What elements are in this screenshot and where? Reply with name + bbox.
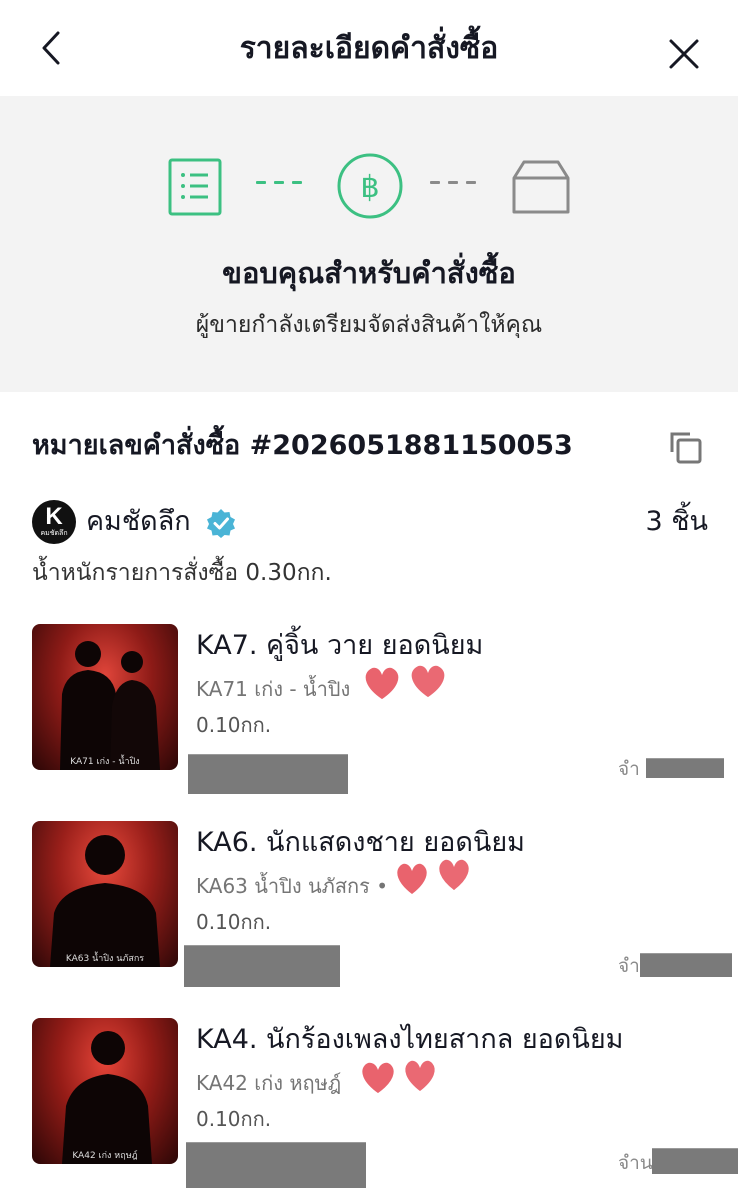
quantity-label: จำ bbox=[618, 955, 640, 977]
product-weight: 0.10กก. bbox=[196, 713, 272, 737]
redacted-quantity bbox=[640, 953, 732, 977]
page-title: รายละเอียดคำสั่งซื้อ bbox=[239, 31, 499, 66]
shipping-status-text: ผู้ขายกำลังเตรียมจัดส่งสินค้าให้คุณ bbox=[195, 312, 543, 338]
product-variant: KA63 น้ำปิง นภัสกร • bbox=[196, 874, 389, 898]
thumbnail-caption: KA42 เก่ง หฤษฎ์ bbox=[72, 1151, 138, 1161]
redacted-price bbox=[184, 945, 340, 987]
shop-logo-caption: คมชัดลึก bbox=[40, 529, 68, 537]
top-bar: รายละเอียดคำสั่งซื้อ bbox=[0, 0, 738, 96]
order-status-panel bbox=[0, 96, 738, 392]
item-count: 3 ชิ้น bbox=[645, 506, 708, 537]
product-item[interactable]: KA71 เก่ง - น้ำปิง KA7. คู่จิ้น วาย ยอดน… bbox=[0, 624, 738, 804]
silhouette-image bbox=[62, 1031, 152, 1164]
shop-logo-letter: K bbox=[45, 503, 63, 530]
product-weight: 0.10กก. bbox=[196, 910, 272, 934]
shop-name[interactable]: คมชัดลึก bbox=[86, 503, 191, 541]
order-number: หมายเลขคำสั่งซื้อ #2026051881150053 bbox=[32, 430, 573, 461]
product-thumbnail[interactable]: KA42 เก่ง หฤษฎ์ bbox=[32, 1018, 178, 1164]
package-box-icon bbox=[512, 160, 570, 214]
redacted-price bbox=[186, 1142, 366, 1188]
redacted-price bbox=[188, 754, 348, 794]
copy-icon[interactable] bbox=[666, 428, 704, 466]
order-list-icon bbox=[168, 158, 222, 216]
product-title: KA7. คู่จิ้น วาย ยอดนิยม bbox=[196, 630, 484, 661]
shop-logo[interactable]: K คมชัดลึก bbox=[32, 500, 76, 544]
heart-sticker-icon bbox=[395, 858, 471, 896]
svg-text:฿: ฿ bbox=[360, 170, 379, 205]
product-thumbnail[interactable]: KA71 เก่ง - น้ำปิง bbox=[32, 624, 178, 770]
thumbnail-caption: KA71 เก่ง - น้ำปิง bbox=[70, 757, 140, 767]
product-variant: KA71 เก่ง - น้ำปิง bbox=[196, 677, 351, 701]
thank-you-heading: ขอบคุณสำหรับคำสั่งซื้อ bbox=[222, 256, 516, 290]
close-icon[interactable] bbox=[664, 34, 704, 74]
heart-sticker-icon bbox=[364, 664, 446, 701]
heart-sticker-icon bbox=[360, 1059, 437, 1095]
product-item[interactable]: KA63 น้ำปิง นภัสกร KA6. นักแสดงชาย ยอดนิ… bbox=[0, 821, 738, 1001]
thumbnail-caption: KA63 น้ำปิง นภัสกร bbox=[65, 954, 145, 964]
quantity-label: จำ bbox=[618, 758, 640, 780]
redacted-quantity bbox=[652, 1148, 738, 1174]
baht-payment-icon: ฿ bbox=[337, 153, 403, 219]
product-variant: KA42 เก่ง หฤษฎ์ bbox=[196, 1071, 342, 1095]
product-item[interactable]: KA42 เก่ง หฤษฎ์ KA4. นักร้องเพลงไทยสากล … bbox=[0, 1018, 738, 1198]
order-weight: น้ำหนักรายการสั่งซื้อ 0.30กก. bbox=[32, 560, 332, 586]
silhouette-image bbox=[60, 641, 160, 770]
progress-connector bbox=[256, 181, 302, 184]
product-title: KA4. นักร้องเพลงไทยสากล ยอดนิยม bbox=[196, 1024, 624, 1055]
verified-badge-icon bbox=[207, 509, 235, 538]
product-thumbnail[interactable]: KA63 น้ำปิง นภัสกร bbox=[32, 821, 178, 967]
product-weight: 0.10กก. bbox=[196, 1107, 272, 1131]
progress-connector bbox=[430, 181, 476, 184]
quantity-label: จำน bbox=[618, 1152, 653, 1174]
silhouette-image bbox=[50, 835, 160, 967]
redacted-quantity bbox=[646, 758, 724, 778]
